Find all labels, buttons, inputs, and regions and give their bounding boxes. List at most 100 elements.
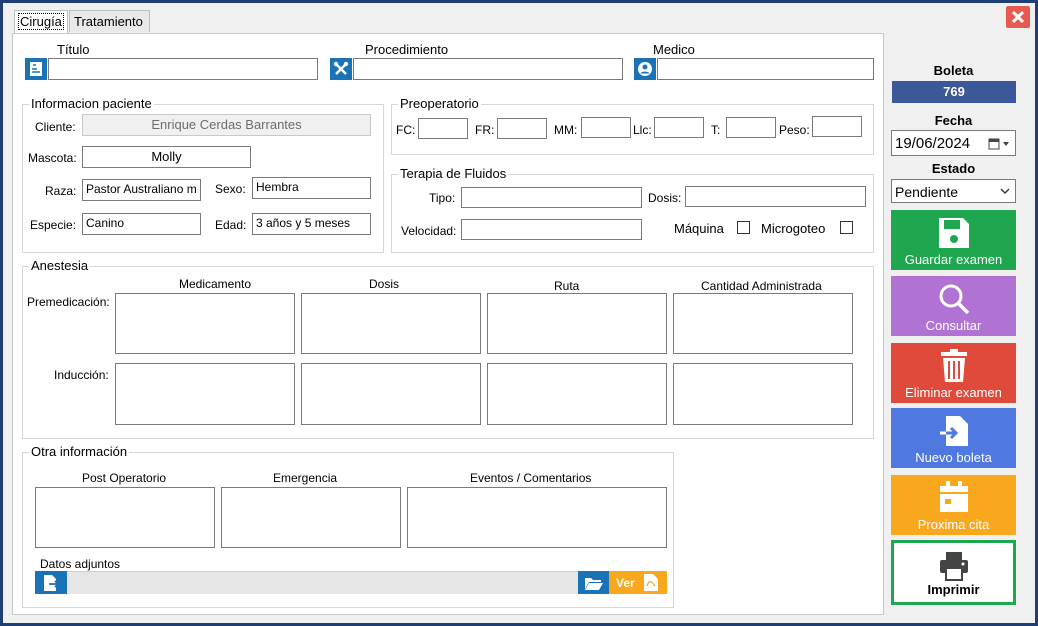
fecha-label: Fecha (934, 113, 973, 128)
fr-label: FR: (475, 123, 495, 137)
user-icon (634, 58, 656, 80)
fr-input[interactable] (497, 118, 547, 139)
ver-button[interactable]: Ver (609, 571, 667, 594)
microgoteo-label: Microgoteo (761, 221, 826, 236)
sexo-field[interactable]: Hembra (252, 177, 371, 199)
raza-field[interactable]: Pastor Australiano m (82, 179, 201, 201)
eliminar-examen-button[interactable]: Eliminar examen (891, 343, 1016, 403)
chevron-down-icon (1000, 188, 1010, 194)
fc-label: FC: (396, 123, 416, 137)
tipo-label: Tipo: (429, 191, 456, 205)
medico-label: Medico (653, 42, 695, 57)
premed-dosis-textarea[interactable] (301, 293, 481, 354)
datos-adjuntos-label: Datos adjuntos (40, 557, 121, 571)
velocidad-label: Velocidad: (401, 224, 457, 238)
printer-icon (939, 552, 968, 581)
procedimiento-input[interactable] (353, 58, 623, 80)
edad-field[interactable]: 3 años y 5 meses (252, 213, 371, 235)
calendar-icon (939, 481, 968, 512)
fecha-value: 19/06/2024 (895, 135, 971, 152)
emergencia-label: Emergencia (273, 471, 338, 485)
row-induccion: Inducción: (54, 368, 109, 382)
mascota-label: Mascota: (28, 151, 77, 165)
consultar-label: Consultar (925, 318, 982, 333)
cliente-label: Cliente: (35, 120, 76, 134)
calendar-dropdown-icon[interactable] (988, 138, 1012, 150)
tipo-input[interactable] (461, 187, 642, 208)
tools-icon (330, 58, 352, 80)
premed-ruta-textarea[interactable] (487, 293, 667, 354)
open-folder-button[interactable] (578, 571, 609, 594)
mascota-field[interactable]: Molly (82, 146, 251, 168)
medico-input[interactable] (657, 58, 874, 80)
proxima-cita-button[interactable]: Proxima cita (891, 475, 1016, 535)
sexo-label: Sexo: (215, 182, 246, 196)
trash-icon (940, 349, 967, 382)
llc-input[interactable] (654, 117, 704, 138)
proxima-cita-label: Proxima cita (917, 517, 990, 532)
eventos-textarea[interactable] (407, 487, 667, 548)
premed-cantidad-textarea[interactable] (673, 293, 853, 354)
post-operatorio-textarea[interactable] (35, 487, 215, 548)
llc-label: Llc: (633, 123, 652, 137)
microgoteo-checkbox[interactable] (840, 221, 853, 234)
induccion-medicamento-textarea[interactable] (115, 363, 295, 425)
file-import-icon (939, 416, 968, 446)
col-dosis: Dosis (369, 277, 400, 291)
post-operatorio-label: Post Operatorio (82, 471, 167, 485)
procedimiento-label: Procedimiento (365, 42, 449, 57)
dosis-input[interactable] (685, 186, 866, 207)
eventos-label: Eventos / Comentarios (470, 471, 592, 485)
fluidos-legend: Terapia de Fluidos (398, 166, 509, 181)
edad-label: Edad: (215, 218, 247, 232)
nuevo-boleta-label: Nuevo boleta (915, 450, 992, 465)
col-medicamento: Medicamento (179, 277, 252, 291)
folder-open-icon (584, 577, 603, 590)
t-input[interactable] (726, 117, 776, 138)
estado-select[interactable]: Pendiente (891, 179, 1016, 203)
attach-button[interactable] (35, 571, 67, 594)
file-export-icon (44, 574, 60, 591)
mm-label: MM: (554, 123, 578, 137)
eliminar-examen-label: Eliminar examen (905, 385, 1002, 400)
mm-input[interactable] (581, 117, 631, 138)
titulo-label: Título (57, 42, 90, 57)
row-premedicacion: Premedicación: (27, 295, 110, 309)
col-cantidad: Cantidad Administrada (701, 279, 822, 293)
col-ruta: Ruta (554, 279, 580, 293)
imprimir-label: Imprimir (927, 582, 980, 597)
preoperatorio-legend: Preoperatorio (398, 96, 481, 111)
guardar-examen-label: Guardar examen (904, 252, 1003, 267)
fc-input[interactable] (418, 118, 468, 139)
induccion-ruta-textarea[interactable] (487, 363, 667, 425)
imprimir-button[interactable]: Imprimir (891, 540, 1016, 605)
peso-input[interactable] (812, 116, 862, 137)
otra-legend: Otra información (29, 444, 130, 459)
fecha-datepicker[interactable]: 19/06/2024 (891, 130, 1016, 156)
estado-label: Estado (931, 161, 976, 176)
induccion-dosis-textarea[interactable] (301, 363, 481, 425)
especie-label: Especie: (30, 218, 77, 232)
peso-label: Peso: (779, 123, 810, 137)
tab-cirugia[interactable]: Cirugía (14, 10, 68, 33)
premed-medicamento-textarea[interactable] (115, 293, 295, 354)
close-button[interactable] (1006, 6, 1030, 28)
t-label: T: (711, 123, 721, 137)
document-icon (25, 58, 47, 80)
especie-field[interactable]: Canino (82, 213, 201, 235)
close-icon (1012, 11, 1024, 23)
guardar-examen-button[interactable]: Guardar examen (891, 210, 1016, 270)
consultar-button[interactable]: Consultar (891, 276, 1016, 336)
emergencia-textarea[interactable] (221, 487, 401, 548)
attachment-path-field[interactable] (67, 571, 578, 594)
nuevo-boleta-button[interactable]: Nuevo boleta (891, 408, 1016, 468)
titulo-input[interactable] (48, 58, 318, 80)
tab-tratamiento[interactable]: Tratamiento (69, 10, 150, 32)
boleta-label: Boleta (933, 63, 974, 78)
velocidad-input[interactable] (461, 219, 642, 240)
estado-value: Pendiente (895, 184, 959, 200)
maquina-label: Máquina (674, 221, 724, 236)
induccion-cantidad-textarea[interactable] (673, 363, 853, 425)
maquina-checkbox[interactable] (737, 221, 750, 234)
anestesia-legend: Anestesia (29, 258, 91, 273)
